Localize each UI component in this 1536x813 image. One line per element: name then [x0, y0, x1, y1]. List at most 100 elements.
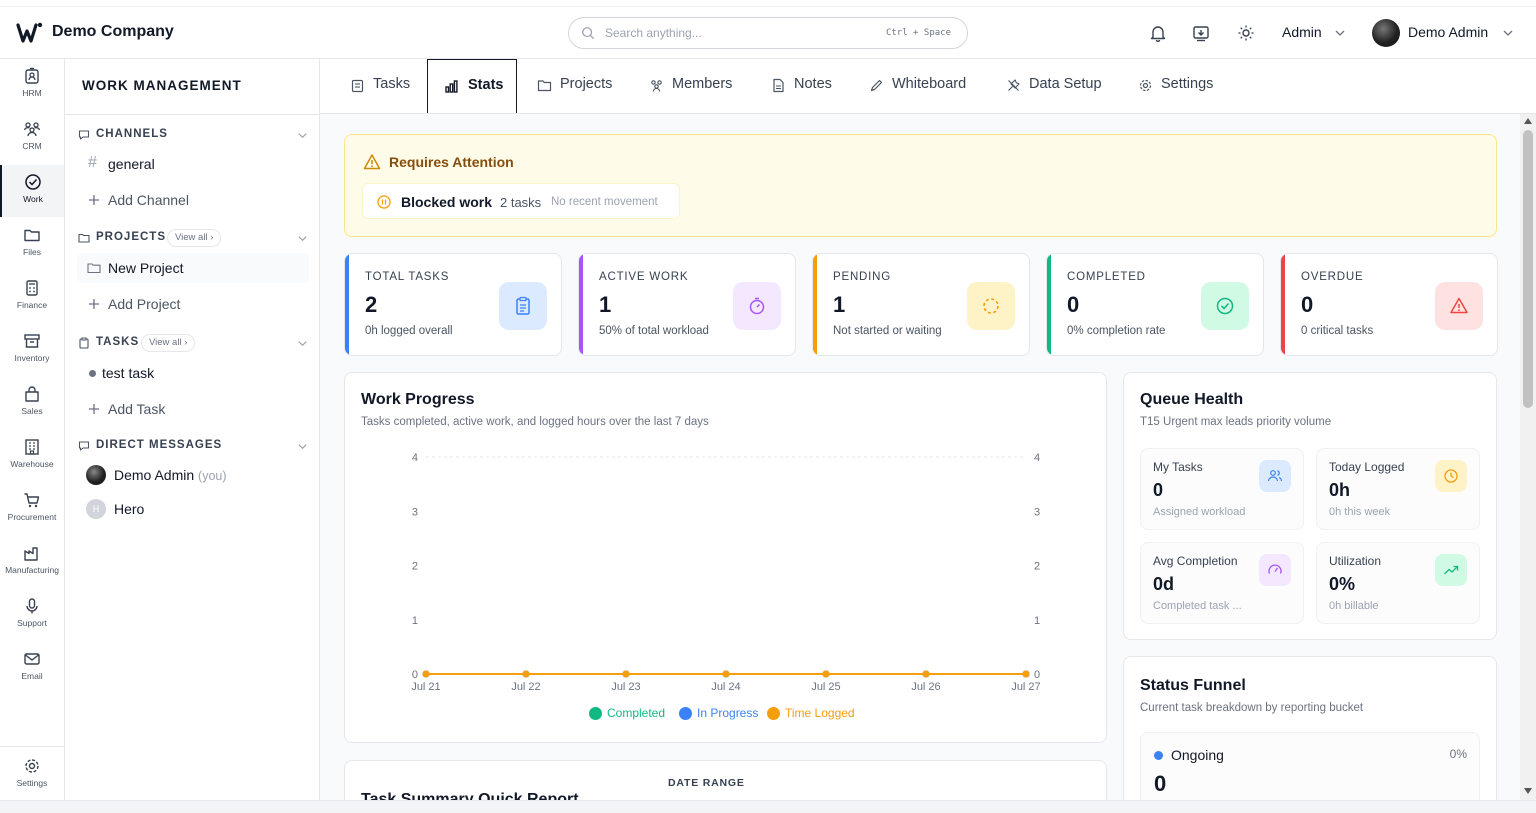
rail-item-settings[interactable]: Settings [0, 746, 64, 800]
data-point [1022, 670, 1030, 678]
funnel-row-ongoing[interactable]: Ongoing 0% 0 [1140, 732, 1480, 800]
avatar [86, 465, 106, 485]
card-subtitle: T15 Urgent max leads priority volume [1140, 416, 1332, 428]
scroll-up-arrow-icon[interactable] [1524, 118, 1532, 124]
task-item[interactable]: test task [77, 358, 309, 388]
data-point [422, 670, 430, 678]
tab-notes[interactable]: Notes [771, 59, 851, 113]
bell-icon[interactable] [1149, 24, 1167, 42]
channel-item[interactable]: # general [77, 149, 309, 179]
dm-item[interactable]: Demo Admin (you) [77, 460, 309, 490]
shopping-bag-icon [25, 386, 39, 402]
direct-messages-section-header[interactable]: DIRECT MESSAGES [78, 437, 308, 455]
pause-circle-icon [377, 195, 391, 209]
work-progress-card: Work Progress Tasks completed, active wo… [344, 372, 1107, 743]
rail-item-support[interactable]: Support [0, 589, 64, 641]
clock-icon [1444, 469, 1458, 483]
tasks-section-header[interactable]: TASKS View all › [78, 334, 308, 352]
tab-members[interactable]: Members [649, 59, 749, 113]
channels-section-header[interactable]: CHANNELS [78, 126, 308, 144]
x-tick-label: Jul 23 [611, 681, 640, 693]
company-logo-icon[interactable] [16, 21, 44, 45]
tab-tasks[interactable]: Tasks [350, 59, 430, 113]
stat-label: ACTIVE WORK [599, 271, 689, 283]
rail-item-work[interactable]: Work [0, 165, 64, 217]
queue-tile-my-tasks[interactable]: My Tasks 0 Assigned workload [1140, 448, 1304, 530]
projects-section-header[interactable]: PROJECTS View all › [78, 229, 308, 247]
rail-item-manufacturing[interactable]: Manufacturing [0, 536, 64, 588]
folder-icon [24, 229, 40, 242]
project-item[interactable]: New Project [77, 253, 309, 283]
y-tick-label-left: 1 [412, 615, 418, 627]
rail-item-warehouse[interactable]: Warehouse [0, 430, 64, 482]
queue-tile-avg-completion[interactable]: Avg Completion 0d Completed task ... [1140, 542, 1304, 624]
rail-item-hrm[interactable]: HRM [0, 59, 64, 111]
rail-item-inventory[interactable]: Inventory [0, 324, 64, 376]
chevron-down-icon[interactable] [297, 441, 308, 452]
main-scrollbar[interactable] [1520, 114, 1536, 800]
task-status-dot [89, 370, 96, 377]
add-task-button[interactable]: Add Task [77, 394, 309, 424]
stat-label: TOTAL TASKS [365, 271, 450, 283]
scroll-down-arrow-icon[interactable] [1524, 788, 1532, 794]
tab-stats[interactable]: Stats [427, 59, 517, 113]
queue-tile-today-logged[interactable]: Today Logged 0h 0h this week [1316, 448, 1480, 530]
projects-view-all[interactable]: View all › [167, 229, 222, 247]
card-title: Status Funnel [1140, 677, 1246, 694]
legend-label: Time Logged [785, 706, 855, 720]
data-point [622, 670, 630, 678]
rail-item-procurement[interactable]: Procurement [0, 483, 64, 535]
add-project-button[interactable]: Add Project [77, 289, 309, 319]
rail-item-crm[interactable]: CRM [0, 112, 64, 164]
gear-icon [25, 759, 39, 773]
user-avatar[interactable] [1372, 19, 1400, 47]
search-input[interactable]: Search anything... Ctrl + Space [568, 17, 968, 49]
date-range-label: DATE RANGE [668, 777, 745, 789]
user-name[interactable]: Demo Admin [1408, 24, 1488, 40]
add-channel-button[interactable]: Add Channel [77, 185, 309, 215]
funnel-value: 0 [1154, 771, 1167, 796]
scroll-thumb[interactable] [1523, 130, 1533, 408]
tab-label: Data Setup [1029, 76, 1102, 92]
section-title: CHANNELS [96, 128, 168, 140]
y-tick-label-right: 0 [1034, 669, 1040, 681]
alert-triangle-icon [363, 154, 381, 170]
clipboard-list-icon [516, 296, 530, 315]
tab-settings[interactable]: Settings [1138, 59, 1228, 113]
panel-title: WORK MANAGEMENT [82, 78, 242, 93]
dm-you-suffix: (you) [198, 469, 227, 483]
tasks-view-all[interactable]: View all › [141, 334, 196, 352]
company-name: Demo Company [52, 23, 174, 40]
rail-item-files[interactable]: Files [0, 218, 64, 270]
tab-whiteboard[interactable]: Whiteboard [869, 59, 984, 113]
sun-icon[interactable] [1237, 24, 1255, 42]
stat-card-total-tasks: TOTAL TASKS 2 0h logged overall [344, 253, 562, 356]
tab-data-setup[interactable]: Data Setup [1006, 59, 1116, 113]
chevron-down-icon[interactable] [1334, 27, 1346, 39]
rail-item-finance[interactable]: Finance [0, 271, 64, 323]
blocked-work-note: No recent movement [551, 196, 658, 208]
stat-subtext: 50% of total workload [599, 325, 709, 337]
chevron-down-icon[interactable] [297, 338, 308, 349]
data-point [522, 670, 530, 678]
download-icon[interactable] [1192, 24, 1210, 42]
folder-icon [78, 233, 90, 243]
y-tick-label-left: 2 [412, 561, 418, 573]
chevron-down-icon[interactable] [297, 233, 308, 244]
blocked-work-chip[interactable]: Blocked work 2 tasks No recent movement [362, 183, 680, 219]
task-summary-card: DATE RANGE Task Summary Quick Report [344, 760, 1107, 800]
chevron-down-icon[interactable] [297, 130, 308, 141]
users-icon [1267, 470, 1283, 482]
card-subtitle: Current task breakdown by reporting buck… [1140, 702, 1364, 714]
y-tick-label-right: 1 [1034, 615, 1040, 627]
search-icon [582, 27, 595, 40]
tab-projects[interactable]: Projects [537, 59, 627, 113]
rail-item-sales[interactable]: Sales [0, 377, 64, 429]
chevron-down-icon[interactable] [1502, 27, 1514, 39]
dm-item[interactable]: H Hero [77, 494, 309, 524]
role-switcher[interactable]: Admin [1282, 24, 1322, 40]
rail-item-email[interactable]: Email [0, 642, 64, 694]
x-tick-label: Jul 22 [511, 681, 540, 693]
bar-chart-icon [445, 80, 458, 93]
queue-tile-utilization[interactable]: Utilization 0% 0h billable [1316, 542, 1480, 624]
